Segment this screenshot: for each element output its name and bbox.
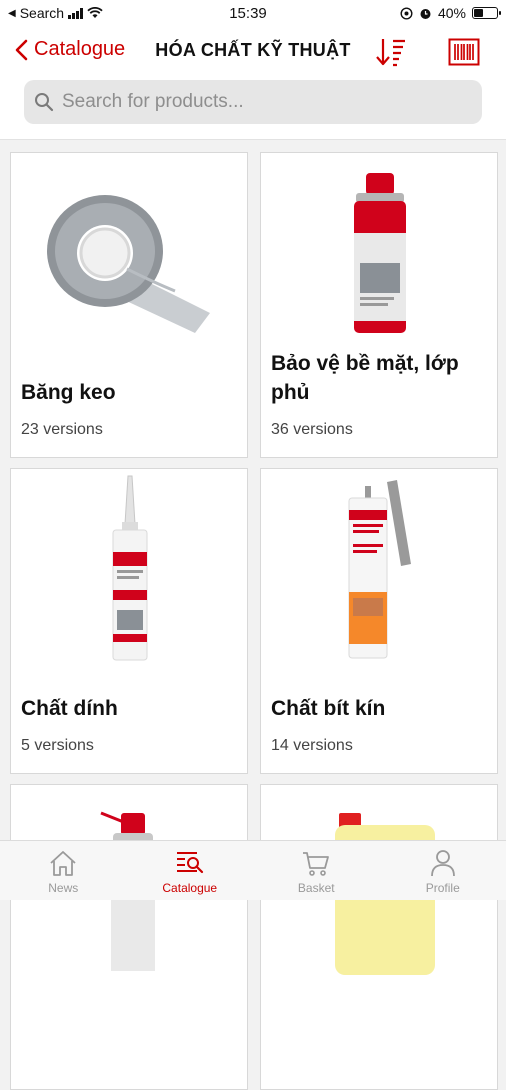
back-app-label[interactable]: Search: [20, 5, 64, 21]
tab-label: News: [48, 881, 78, 895]
cellular-signal-icon: [68, 8, 83, 19]
tab-label: Profile: [426, 881, 460, 895]
product-name: Chất bít kín: [271, 694, 489, 723]
battery-icon: [472, 7, 498, 19]
product-name: Chất dính: [21, 694, 239, 723]
product-image: [11, 153, 248, 353]
tab-bar: News Catalogue Basket Profile: [0, 840, 506, 900]
product-versions: 14 versions: [271, 737, 353, 755]
person-icon: [428, 849, 458, 877]
tab-label: Catalogue: [162, 881, 217, 895]
product-versions: 36 versions: [271, 421, 353, 439]
clock: 15:39: [178, 5, 318, 22]
back-button[interactable]: Catalogue: [14, 38, 125, 61]
alarm-icon: [419, 7, 432, 20]
product-card[interactable]: Bảo vệ bề mặt, lớp phủ 36 versions: [260, 152, 498, 458]
chevron-left-icon: [14, 39, 28, 61]
product-image: [261, 153, 498, 353]
sort-descending-icon[interactable]: [374, 36, 408, 68]
product-image: [261, 469, 498, 669]
status-left: ◀ Search: [8, 5, 188, 21]
cart-icon: [301, 849, 331, 877]
orientation-lock-icon: [400, 7, 413, 20]
product-name: Băng keo: [21, 378, 239, 407]
product-card[interactable]: Băng keo 23 versions: [10, 152, 248, 458]
back-app-arrow-icon[interactable]: ◀: [8, 8, 16, 19]
status-bar: ◀ Search 15:39 40%: [0, 0, 506, 26]
duct-tape-roll-icon: [35, 173, 225, 333]
status-right: 40%: [318, 5, 498, 21]
tab-catalogue[interactable]: Catalogue: [127, 841, 254, 900]
tab-label: Basket: [298, 881, 335, 895]
sealant-cartridge-icon: [325, 474, 435, 664]
tab-news[interactable]: News: [0, 841, 127, 900]
product-versions: 23 versions: [21, 421, 103, 439]
battery-level: [474, 9, 483, 17]
wifi-icon: [87, 7, 103, 19]
tab-profile[interactable]: Profile: [380, 841, 506, 900]
home-icon: [48, 849, 78, 877]
header: Catalogue HÓA CHẤT KỸ THUẬT: [0, 26, 506, 140]
search-icon: [34, 92, 54, 112]
product-card[interactable]: [260, 784, 498, 1090]
product-card[interactable]: Chất bít kín 14 versions: [260, 468, 498, 774]
catalogue-search-icon: [175, 849, 205, 877]
adhesive-cartridge-icon: [95, 474, 165, 664]
product-card[interactable]: Chất dính 5 versions: [10, 468, 248, 774]
product-name: Bảo vệ bề mặt, lớp phủ: [271, 349, 489, 407]
tab-basket[interactable]: Basket: [253, 841, 380, 900]
barcode-scan-icon[interactable]: [448, 38, 480, 66]
nav-row: Catalogue HÓA CHẤT KỸ THUẬT: [0, 26, 506, 78]
back-button-label: Catalogue: [34, 38, 125, 61]
battery-percent: 40%: [438, 5, 466, 21]
product-image: [11, 469, 248, 669]
spray-can-icon: [340, 163, 420, 343]
search-input[interactable]: [62, 91, 462, 113]
product-versions: 5 versions: [21, 737, 94, 755]
search-bar[interactable]: [24, 80, 482, 124]
product-card[interactable]: [10, 784, 248, 1090]
